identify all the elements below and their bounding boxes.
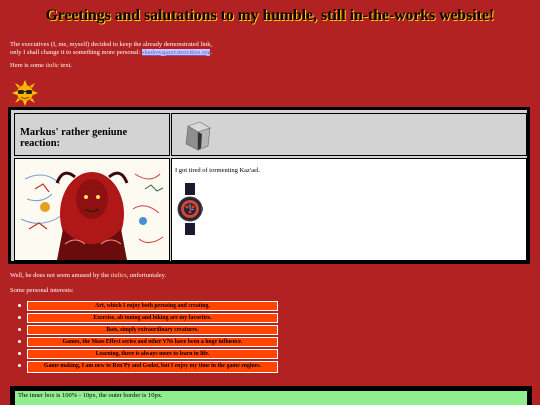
inner-box: The inner box is 100% - 10px, the outer …	[15, 391, 527, 405]
personal-link[interactable]: shadowgazer.neocities.org	[141, 48, 211, 56]
interest-box: Games, the Mass Effect series and other …	[27, 337, 278, 347]
table-text-cell: I got tired of tormenting Kaz'ael.	[171, 158, 527, 261]
interests-list: Art, which I enjoy both perusing and cre…	[14, 300, 284, 380]
wristwatch-icon	[177, 183, 203, 235]
markus-reaction-image	[15, 159, 169, 260]
reaction-table: Markus' rather geniune reaction: I got t…	[8, 107, 530, 264]
list-item: Art, which I enjoy both perusing and cre…	[14, 300, 284, 312]
list-item: Learning, there is always more to learn …	[14, 348, 284, 360]
box-icon	[185, 121, 211, 151]
bullet-icon	[18, 352, 21, 355]
remark-suffix: , unfortuntaley.	[126, 272, 167, 279]
list-item: Bats, simply extraordinary creatures.	[14, 324, 284, 336]
table-heading-cell: Markus' rather geniune reaction:	[14, 113, 170, 156]
list-item: Exercise, ab toning and biking are my fa…	[14, 312, 284, 324]
intro-line-2-suffix: .	[210, 48, 213, 56]
intro-line-1: The executives (I, me, myself) decided t…	[10, 41, 213, 48]
italic-word: italic	[45, 62, 59, 69]
interest-box: Art, which I enjoy both perusing and cre…	[27, 301, 278, 311]
remark-italic: italics	[110, 272, 127, 279]
table-heading: Markus' rather geniune reaction:	[20, 127, 128, 149]
page-title: Greetings and salutations to my humble, …	[45, 7, 495, 24]
bullet-icon	[18, 364, 21, 367]
interest-box: Bats, simply extraordinary creatures.	[27, 325, 278, 335]
intro-line-2-prefix: only I shall change it to something more…	[10, 48, 142, 56]
outer-border-box: The inner box is 100% - 10px, the outer …	[10, 386, 532, 405]
italic-prefix: Here is some	[10, 62, 46, 69]
bullet-icon	[18, 328, 21, 331]
bullet-icon	[18, 304, 21, 307]
list-item: Games, the Mass Effect series and other …	[14, 336, 284, 348]
bullet-icon	[18, 340, 21, 343]
italic-example: Here is some italic text.	[10, 62, 72, 69]
interest-box: Exercise, ab toning and biking are my fa…	[27, 313, 278, 323]
interest-box: Game making, I am new to Ren'Py and Godo…	[27, 361, 278, 373]
markus-reaction-cell	[14, 158, 170, 261]
interest-box: Learning, there is always more to learn …	[27, 349, 278, 359]
table-box-cell	[171, 113, 527, 156]
list-item: Game making, I am new to Ren'Py and Godo…	[14, 360, 284, 380]
table-text: I got tired of tormenting Kaz'ael.	[175, 167, 261, 174]
bullet-icon	[18, 316, 21, 319]
page: Greetings and salutations to my humble, …	[0, 0, 540, 405]
remark-prefix: Well, he does not seem amused by the	[10, 272, 111, 279]
interests-heading: Some personal interests:	[10, 287, 74, 294]
sunglasses-sun-icon	[12, 80, 38, 106]
intro-paragraph: The executives (I, me, myself) decided t…	[10, 41, 530, 56]
italic-suffix: text.	[58, 62, 72, 69]
italics-remark: Well, he does not seem amused by the ita…	[10, 272, 166, 279]
